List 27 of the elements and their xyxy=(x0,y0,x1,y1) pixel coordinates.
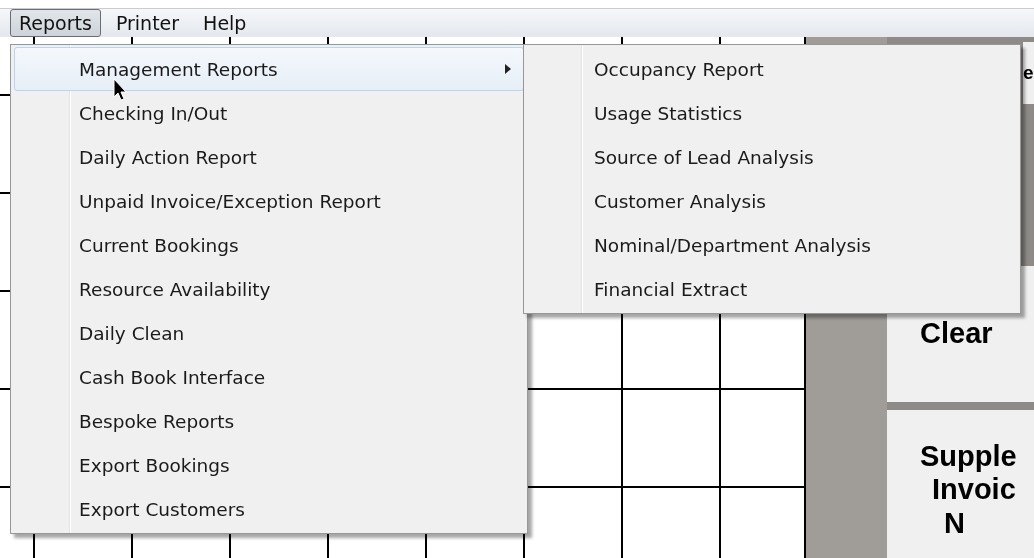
button-label: Clear xyxy=(920,317,993,351)
menu-bar-item[interactable]: Printer xyxy=(106,9,189,37)
menu-item[interactable]: Occupancy Report xyxy=(527,47,1017,91)
menu-item[interactable]: Current Bookings xyxy=(14,223,524,267)
menu-bar-item[interactable]: Help xyxy=(194,9,256,37)
menu-item[interactable]: Export Customers xyxy=(14,487,524,531)
cursor-icon xyxy=(113,78,129,102)
menu-bar-item[interactable]: Reports xyxy=(10,9,101,37)
menu-item[interactable]: Customer Analysis xyxy=(527,179,1017,223)
menu-item[interactable]: Management Reports xyxy=(14,47,524,91)
menu-item[interactable]: Bespoke Reports xyxy=(14,399,524,443)
menu-item[interactable]: Checking In/Out xyxy=(14,91,524,135)
menu-item[interactable]: Daily Clean xyxy=(14,311,524,355)
side-button[interactable]: e xyxy=(1023,42,1034,104)
menu-item[interactable]: Resource Availability xyxy=(14,267,524,311)
menu-item[interactable]: Export Bookings xyxy=(14,443,524,487)
button-label: e xyxy=(1023,62,1034,84)
menu-item[interactable]: Source of Lead Analysis xyxy=(527,135,1017,179)
side-button[interactable]: Supple Invoic N xyxy=(887,410,1034,558)
menu-item[interactable]: Nominal/Department Analysis xyxy=(527,223,1017,267)
button-label: N xyxy=(943,506,965,540)
menu-item[interactable]: Unpaid Invoice/Exception Report xyxy=(14,179,524,223)
menu-item[interactable]: Usage Statistics xyxy=(527,91,1017,135)
button-label: Invoic xyxy=(931,473,1016,507)
button-label: Supple xyxy=(920,440,1017,474)
menu-item[interactable]: Cash Book Interface xyxy=(14,355,524,399)
menu-item[interactable]: Daily Action Report xyxy=(14,135,524,179)
